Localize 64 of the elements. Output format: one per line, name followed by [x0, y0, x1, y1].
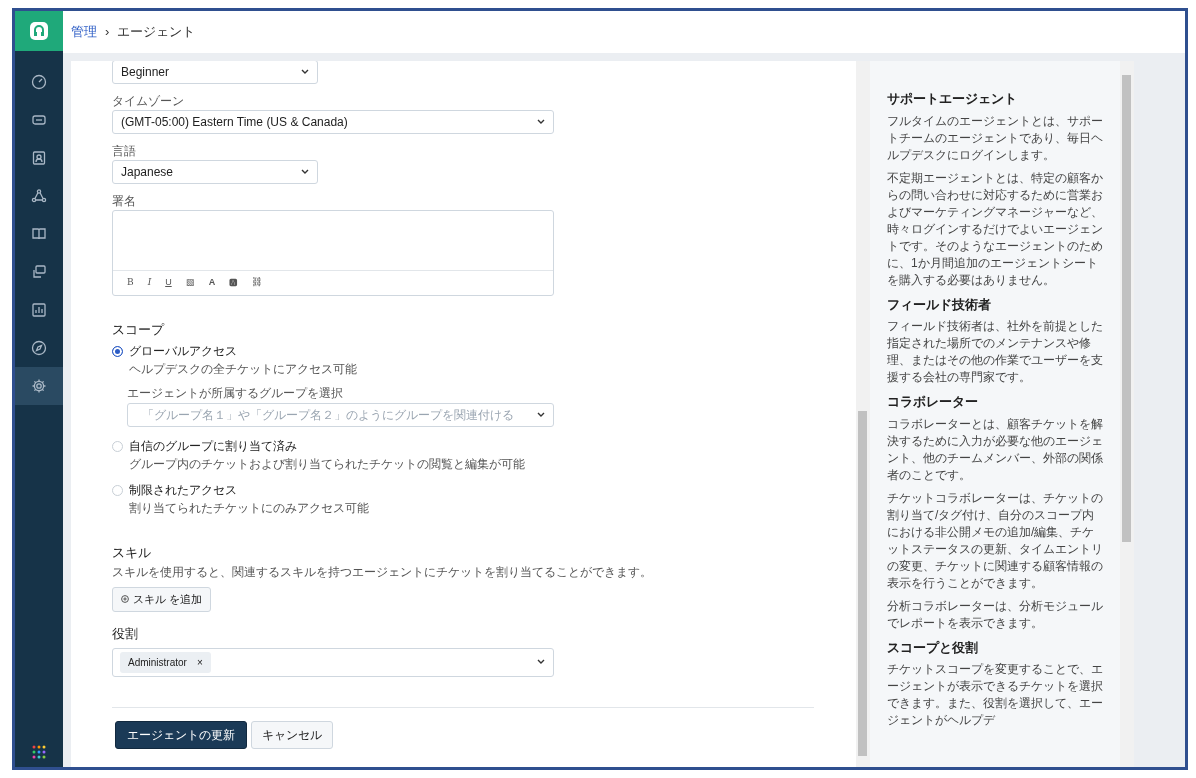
chat-icon [31, 264, 47, 280]
help-heading: サポートエージェント [887, 91, 1018, 107]
help-text: チケットコラボレーターは、チケットの割り当て/タグ付け、自分のスコープ内における非公開メモの追加/編集、チケットステータスの更新、タイムエントリの変更、チケットに関連する顧客情報の表示を行うことができます。 [887, 489, 1104, 592]
book-icon [31, 226, 47, 242]
plus-icon [121, 595, 129, 604]
section-title: 役割 [112, 625, 139, 642]
nav-item[interactable] [15, 367, 63, 405]
radio-label: 自信のグループに割り当て済み [129, 439, 297, 454]
option-description: ヘルプデスクの全チケットにアクセス可能 [129, 362, 358, 376]
gauge-icon [31, 74, 47, 90]
ticket-icon [31, 112, 47, 128]
underline-button[interactable]: U [165, 276, 172, 290]
option-description: グループ内のチケットおよび割り当てられたチケットの閲覧と編集が可能 [129, 457, 526, 471]
select-field[interactable]: Administrator × [112, 647, 554, 677]
network-icon [31, 188, 47, 204]
help-text: フィールド技術者は、社外を前提とした指定された場所でのメンテナンスや修理、またはその他の作業でユーザーを支援する会社の専門家です。 [887, 318, 1104, 387]
field-label: エージェントが所属するグループを選択 [127, 386, 344, 400]
chevron-icon [537, 412, 545, 418]
bold-button[interactable]: B [127, 276, 134, 290]
help-heading: フィールド技術者 [887, 296, 992, 313]
option-description: 割り当てられたチケットにのみアクセス可能 [129, 501, 370, 515]
section-description: スキルを使用すると、関連するスキルを持つエージェントにチケットを割り当てることができます。 [112, 565, 653, 579]
select-field[interactable]: (GMT-05:00) Eastern Time (US & Canada) [112, 110, 554, 134]
gear-icon [31, 378, 47, 394]
help-text: 分析コラボレーターは、分析モジュールでレポートを表示できます。 [887, 597, 1104, 632]
compass-icon [31, 340, 47, 356]
chevron-icon [301, 69, 309, 75]
logo-icon[interactable] [15, 11, 63, 51]
font-color-button[interactable]: A [208, 276, 216, 290]
add-skill-button[interactable]: スキル を追加 [112, 587, 212, 612]
help-heading: スコープと役割 [887, 639, 979, 656]
help-text: コラボレーターとは、顧客チケットを解決するために入力が必要な他のエージェント、他のチームメンバー、外部の関係者のことです。 [887, 415, 1104, 484]
scrollbar[interactable] [856, 61, 870, 767]
breadcrumb-link[interactable]: 管理 [71, 22, 97, 42]
select-field[interactable]: Beginner [112, 61, 318, 84]
help-text: チケットスコープを変更することで、エージェントが表示できるチケットを選択できます。また、役割を選択して、エージェントがヘルプデ [887, 661, 1104, 730]
chevron-icon [537, 119, 545, 125]
cancel-button[interactable]: キャンセル [251, 720, 333, 749]
scrollbar[interactable] [1120, 61, 1134, 767]
breadcrumb-separator: › [105, 23, 110, 42]
page-title: エージェント [117, 23, 196, 42]
radio-label: 制限されたアクセス [129, 483, 237, 498]
remove-button[interactable]: × [196, 654, 203, 670]
field-label: 言語 [112, 144, 137, 158]
field-label: タイムゾーン [112, 94, 185, 108]
radio-label: グローバルアクセス [129, 344, 237, 359]
highlight-button[interactable]: 🅰 [229, 276, 238, 290]
chart-icon [31, 302, 47, 318]
help-text: フルタイムのエージェントとは、サポートチームのエージェントであり、毎日ヘルプデスクにログインします。 [887, 112, 1104, 164]
image-button[interactable]: ▧ [185, 276, 195, 290]
italic-button[interactable]: I [147, 276, 152, 290]
select-field[interactable]: Japanese [112, 160, 318, 184]
contact-icon [31, 150, 47, 166]
chevron-icon [301, 169, 309, 175]
help-text: 不定期エージェントとは、特定の顧客からの問い合わせに対応するために営業およびマーケティングマネージャーなど、時々ログインするだけでよいエージェントです。そのようなエージェントのために、1か月間追加のエージェントシートを購入する必要はありません。 [887, 169, 1104, 289]
role-tag: Administrator × [120, 651, 211, 673]
update-button[interactable]: エージェントの更新 [115, 720, 247, 749]
section-title: スコープ [112, 322, 166, 338]
help-heading: コラボレーター [887, 394, 979, 410]
field-label: 署名 [112, 194, 137, 208]
radio-button[interactable] [112, 346, 123, 357]
section-title: スキル [112, 545, 152, 561]
link-button[interactable]: ⛓ [251, 276, 263, 290]
chevron-icon [537, 659, 545, 665]
